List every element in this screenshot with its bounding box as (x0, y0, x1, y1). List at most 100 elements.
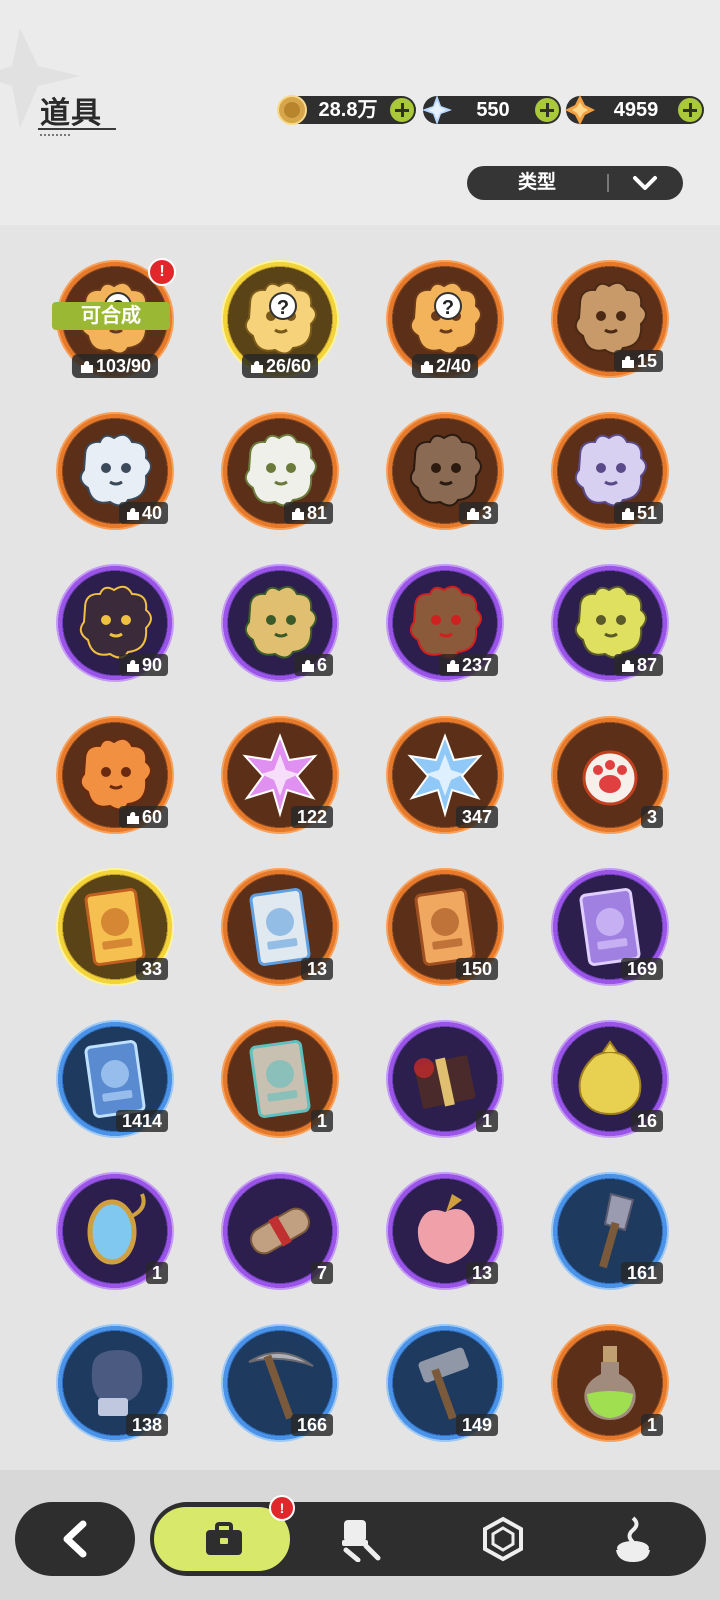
add-crystal-button[interactable] (535, 98, 559, 122)
inventory-item[interactable]: 150 (386, 868, 504, 986)
star-gem-value: 4959 (613, 99, 659, 121)
puzzle-piece-icon (446, 659, 459, 672)
puzzle-piece-icon (621, 355, 634, 368)
top-bar: 道具 28.8万 550 4959 类型 (0, 0, 720, 225)
chef-icon (342, 1520, 381, 1562)
inventory-item[interactable]: ? 26/60 (221, 260, 339, 378)
inventory-item[interactable]: 6 (221, 564, 339, 682)
inventory-item[interactable]: 138 (56, 1324, 174, 1442)
item-count-value: 1414 (121, 1111, 162, 1131)
item-count: 60 (118, 806, 168, 828)
inventory-item[interactable]: 1 (386, 1020, 504, 1138)
inventory-item[interactable]: 1 (551, 1324, 669, 1442)
item-count-value: 347 (461, 807, 492, 827)
inventory-item[interactable]: 166 (221, 1324, 339, 1442)
inventory-item[interactable]: 60 (56, 716, 174, 834)
fragment-progress: 103/90 (71, 354, 159, 378)
tab-chef[interactable] (310, 1502, 410, 1576)
puzzle-piece-icon (126, 659, 139, 672)
item-count-value: 166 (296, 1415, 327, 1435)
coffee-icon (616, 1516, 650, 1562)
inventory-item[interactable]: 33 (56, 868, 174, 986)
inventory-item[interactable]: ?可合成!103/90 (52, 258, 176, 378)
inventory-item[interactable]: 3 (386, 412, 504, 530)
back-button[interactable] (15, 1502, 135, 1576)
inventory-item[interactable]: 122 (221, 716, 339, 834)
item-count: 122 (290, 806, 333, 828)
inventory-item[interactable]: 87 (551, 564, 669, 682)
inventory-item[interactable]: 90 (56, 564, 174, 682)
puzzle-piece-icon (466, 507, 479, 520)
inventory-item[interactable]: 13 (386, 1172, 504, 1290)
inventory-item[interactable]: 169 (551, 868, 669, 986)
inventory-item[interactable]: 7 (221, 1172, 339, 1290)
item-count: 237 (438, 654, 498, 676)
item-count: 40 (118, 502, 168, 524)
item-alert-badge: ! (148, 258, 176, 286)
item-count: 169 (620, 958, 663, 980)
back-arrow-icon (63, 1520, 87, 1558)
inventory-item[interactable]: 3 (551, 716, 669, 834)
inventory-item[interactable]: 237 (386, 564, 504, 682)
item-count: 1 (475, 1110, 498, 1132)
fragment-progress: 26/60 (241, 354, 319, 378)
inventory-item[interactable]: 51 (551, 412, 669, 530)
currency-coin: 28.8万 (277, 95, 416, 125)
item-count: 1 (310, 1110, 333, 1132)
item-count: 1 (640, 1414, 663, 1436)
inventory-item[interactable]: 161 (551, 1172, 669, 1290)
add-star-gem-button[interactable] (678, 98, 702, 122)
coin-value: 28.8万 (318, 99, 378, 121)
fragment-need: /60 (286, 356, 312, 376)
inventory-item[interactable]: ? 2/40 (386, 260, 504, 378)
item-count: 90 (118, 654, 168, 676)
add-coin-button[interactable] (390, 98, 414, 122)
item-count: 33 (135, 958, 168, 980)
title-underline (38, 128, 116, 130)
inventory-item[interactable]: 81 (221, 412, 339, 530)
inventory-item[interactable]: 149 (386, 1324, 504, 1442)
item-count-value: 40 (141, 503, 162, 523)
item-count: 1 (145, 1262, 168, 1284)
inventory-item[interactable]: 1 (221, 1020, 339, 1138)
currency-crystal: 550 (422, 95, 561, 125)
item-count-value: 150 (461, 959, 492, 979)
svg-text:?: ? (442, 297, 454, 319)
item-count: 7 (310, 1262, 333, 1284)
type-filter-dropdown[interactable]: 类型 (467, 166, 683, 200)
item-count-value: 1 (646, 1415, 657, 1435)
inventory-item[interactable]: 15 (551, 260, 669, 378)
crystal-value: 550 (476, 99, 510, 121)
tab-bag[interactable]: ! (152, 1495, 295, 1573)
bag-icon (206, 1522, 242, 1555)
item-count-value: 81 (306, 503, 327, 523)
tab-hexagon[interactable] (450, 1502, 550, 1576)
tab-coffee[interactable] (580, 1502, 680, 1576)
item-count: 166 (290, 1414, 333, 1436)
item-count: 81 (283, 502, 333, 524)
inventory-item[interactable]: 347 (386, 716, 504, 834)
item-count: 149 (455, 1414, 498, 1436)
fragment-progress: 2/40 (411, 354, 479, 378)
inventory-item[interactable]: 1414 (56, 1020, 174, 1138)
page-title: 道具 (40, 97, 102, 130)
inventory-item[interactable]: 13 (221, 868, 339, 986)
item-count: 13 (465, 1262, 498, 1284)
item-count: 1414 (115, 1110, 168, 1132)
inventory-item[interactable]: 40 (56, 412, 174, 530)
puzzle-piece-icon (126, 811, 139, 824)
puzzle-piece-icon (420, 360, 433, 373)
inventory-item[interactable]: 1 (56, 1172, 174, 1290)
item-count-value: 7 (316, 1263, 327, 1283)
item-count-value: 237 (461, 655, 492, 675)
item-count-value: 1 (481, 1111, 492, 1131)
inventory-item[interactable]: 16 (551, 1020, 669, 1138)
item-count-value: 1 (151, 1263, 162, 1283)
puzzle-orange-icon: ? (409, 281, 482, 355)
item-count-value: 51 (636, 503, 657, 523)
star-gem-icon (565, 95, 595, 125)
puzzle-piece-icon (291, 507, 304, 520)
item-count: 161 (620, 1262, 663, 1284)
item-count-value: 6 (316, 655, 327, 675)
fragment-need: /90 (126, 356, 152, 376)
